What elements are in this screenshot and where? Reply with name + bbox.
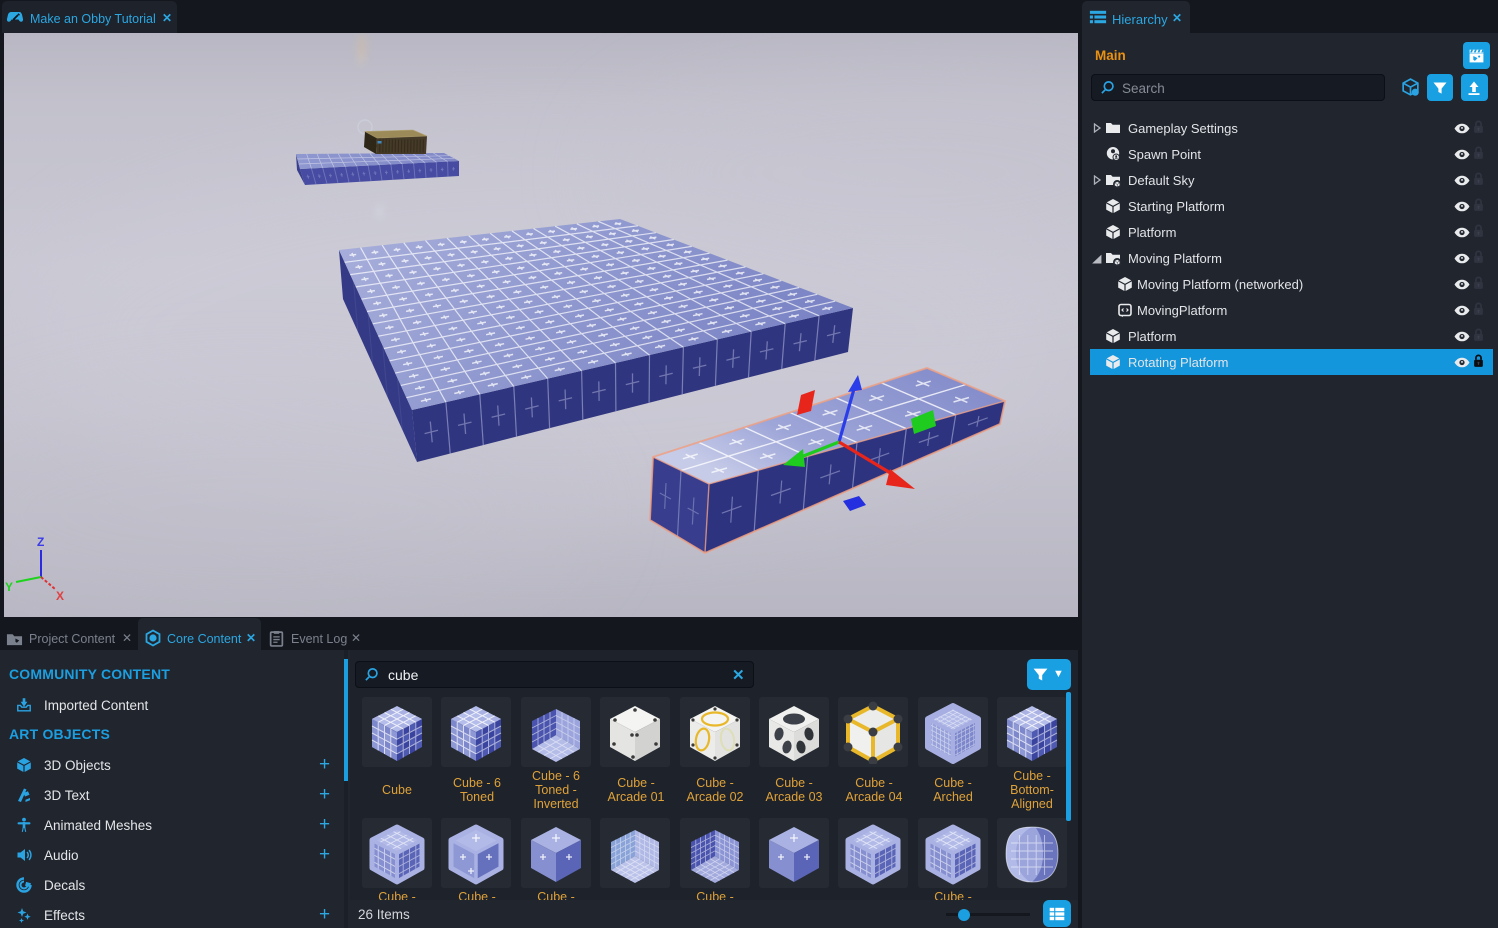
svg-text:Y: Y xyxy=(5,580,13,594)
svg-text:X: X xyxy=(56,589,64,603)
svg-text:Z: Z xyxy=(37,535,44,549)
